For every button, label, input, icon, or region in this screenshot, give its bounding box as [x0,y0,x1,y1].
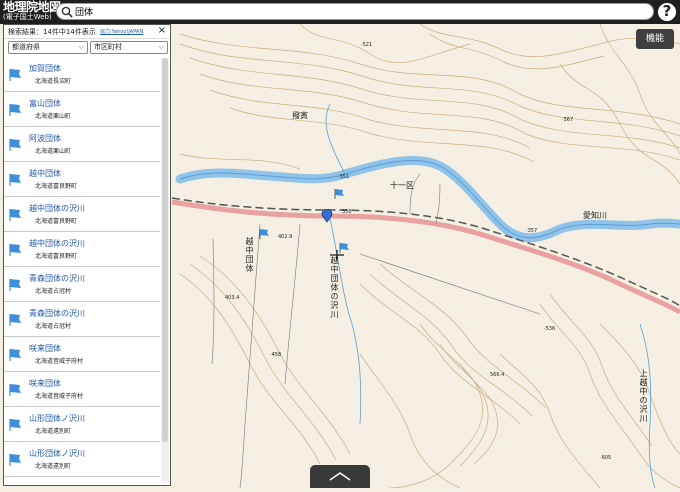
city-select-label: 市区町村 [94,43,122,51]
list-item-location: 北海道遠別町 [35,463,72,470]
map-label-stream: 越中団体の沢川 [330,256,339,319]
flag-icon [9,69,21,81]
flag-icon [9,244,21,256]
map-label-elev-4029: 402.9 [278,234,293,240]
prefecture-select[interactable]: 都道府県 ⌵ [8,41,88,54]
source-link[interactable]: 協力:Yahoo!JAPAN [100,28,143,35]
results-list: 加賀団体 北海道長沼町 富山団体 北海道栗山町 阿波団体 北海道栗山町 越中団体… [4,57,160,485]
search-input[interactable] [75,4,635,19]
bottom-panel-toggle[interactable] [310,465,370,488]
flag-icon [9,349,21,361]
list-item[interactable]: 青森団体の沢川 北海道占冠村 [4,302,160,337]
flag-icon [9,454,21,466]
map-label-upper-stream: 上越中の沢川 [639,369,648,423]
map-label-district: 十一区 [390,181,414,190]
search-results-panel: 検索結果：14件中14件表示 協力:Yahoo!JAPAN × 都道府県 ⌵ 市… [3,24,171,486]
list-item-name[interactable]: 山形団体ノ沢川 [29,413,85,424]
chevron-up-icon [329,472,351,481]
list-item-location: 北海道音威子府村 [35,393,84,400]
flag-icon [9,419,21,431]
location-pin-icon[interactable] [321,209,333,223]
results-count-title: 検索結果：14件中14件表示 [8,28,96,36]
map-label-elev-356: 356 [342,209,352,215]
list-item-location: 北海道富良野町 [35,183,78,190]
list-item-name[interactable]: 越中団体 [29,168,61,179]
map-label-elev-458: ·458 [270,352,282,358]
map-label-village: 越中団体 [245,237,254,273]
list-item[interactable]: 山形団体ノ沢川 北海道遠別町 [4,407,160,442]
app-header: 地理院地図 (電子国土Web) ? [0,0,680,24]
chevron-down-icon: ⌵ [158,43,164,51]
list-item[interactable]: 加賀団体 北海道長沼町 [4,57,160,92]
list-item-name[interactable]: 富山団体 [29,98,61,109]
list-item-location: 北海道栗山町 [35,113,72,120]
map-label-elev-521: ·521 [361,42,373,48]
list-item-location: 北海道占冠村 [35,288,72,295]
flag-icon [9,104,21,116]
close-icon[interactable]: × [158,25,166,37]
flag-icon [9,384,21,396]
crosshair-icon [330,250,344,260]
prefecture-select-label: 都道府県 [12,43,40,51]
map-label-elev-4034: 403.4 [225,295,240,301]
list-item-name[interactable]: 越中団体の沢川 [29,203,85,214]
city-select[interactable]: 市区町村 ⌵ [90,41,168,54]
results-scrollbar[interactable] [161,58,169,483]
list-item-location: 北海道栗山町 [35,148,72,155]
logo-main-text: 地理院地図 [3,0,61,14]
list-item-name[interactable]: 咲来団体 [29,343,61,354]
flag-icon [9,174,21,186]
map-label-elev-567: ·567 [562,117,574,123]
list-item[interactable]: 越中団体の沢川 北海道富良野町 [4,232,160,267]
logo-sub-text: (電子国土Web) [3,13,52,21]
list-item-location: 北海道富良野町 [35,253,78,260]
list-item-location: 北海道富良野町 [35,218,78,225]
map-label-elev-5664: 566.4 [490,372,505,378]
help-button[interactable]: ? [657,2,677,22]
map-label-river: 愛知川 [583,211,607,220]
list-item[interactable]: 青森団体の沢川 北海道占冠村 [4,267,160,302]
flag-icon [9,139,21,151]
map-label-elev-536: ·536 [544,326,556,332]
list-item-name[interactable]: 山形団体ノ沢川 [29,448,85,459]
flag-icon [9,279,21,291]
list-item[interactable]: 咲来団体 北海道音威子府村 [4,372,160,407]
list-item-name[interactable]: 咲来団体 [29,378,61,389]
list-item-name[interactable]: 阿波団体 [29,133,61,144]
flag-marker-icon[interactable] [258,228,270,240]
list-item[interactable]: 山形団体ノ沢川 北海道遠別町 [4,442,160,477]
search-icon [61,6,73,18]
function-menu-button[interactable]: 機能 [636,29,674,49]
flag-icon [9,209,21,221]
list-item[interactable]: 越中団体の沢川 北海道富良野町 [4,197,160,232]
chevron-down-icon: ⌵ [78,43,84,51]
flag-icon [9,314,21,326]
list-item[interactable]: 越中団体 北海道富良野町 [4,162,160,197]
search-box[interactable] [56,3,654,20]
list-item-location: 北海道長沼町 [35,78,72,85]
map-label-elev-357: ·357 [526,228,538,234]
list-item-name[interactable]: 越中団体の沢川 [29,238,85,249]
flag-marker-icon[interactable] [333,188,345,200]
list-item-location: 北海道音威子府村 [35,358,84,365]
list-item-location: 北海道遠別町 [35,428,72,435]
list-item[interactable]: 富山団体 北海道栗山町 [4,92,160,127]
list-item[interactable]: 咲来団体 北海道音威子府村 [4,337,160,372]
app-logo[interactable]: 地理院地図 (電子国土Web) [3,0,61,23]
filter-bar: 都道府県 ⌵ 市区町村 ⌵ [4,39,170,57]
list-item-name[interactable]: 加賀団体 [29,63,61,74]
list-item-location: 北海道占冠村 [35,323,72,330]
scrollbar-thumb[interactable] [162,58,168,442]
panel-header: 検索結果：14件中14件表示 協力:Yahoo!JAPAN × [4,25,170,39]
map-label-basin: 撥寅 [292,111,308,120]
list-item-name[interactable]: 青森団体の沢川 [29,308,85,319]
map-label-elev-351: ·351 [338,174,350,180]
list-item-name[interactable]: 青森団体の沢川 [29,273,85,284]
map-label-elev-605: ·605 [600,455,612,461]
list-item[interactable]: 阿波団体 北海道栗山町 [4,127,160,162]
